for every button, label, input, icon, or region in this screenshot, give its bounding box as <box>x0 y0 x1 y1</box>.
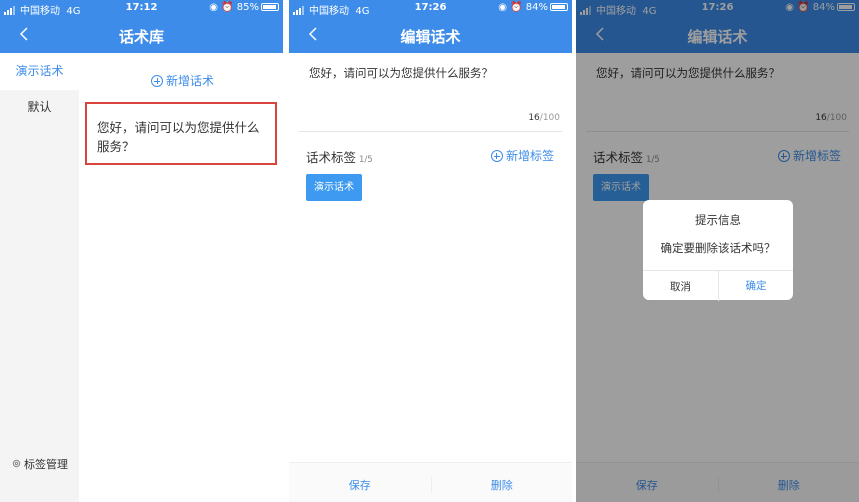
plus-circle-icon <box>490 150 503 162</box>
dialog-message: 确定要删除该话术吗？ <box>660 241 776 255</box>
status-bar: 中国移动 4G 17:12 ◉ ⏰ 85% <box>0 0 283 17</box>
page-title: 话术库 <box>118 28 164 46</box>
save-button[interactable]: 保存 <box>289 477 431 493</box>
speech-textarea[interactable]: 您好，请问可以为您提供什么服务？ <box>309 65 493 81</box>
sidebar-item-demo[interactable]: 演示话术 <box>0 53 79 90</box>
tag-manage-button[interactable]: 标签管理 <box>11 456 68 472</box>
divider <box>299 131 562 132</box>
cancel-button[interactable]: 取消 <box>643 279 718 294</box>
page-title: 编辑话术 <box>400 28 461 46</box>
sidebar-item-default[interactable]: 默认 <box>0 98 79 115</box>
screen-delete-confirm: 中国移动 4G 17:26 ◉ ⏰ 84% 编辑话术 您好，请问可以为您提供什么… <box>576 0 859 502</box>
add-tag-button[interactable]: 新增标签 <box>490 147 554 164</box>
battery-icon <box>550 3 568 11</box>
speech-card[interactable]: 您好，请问可以为您提供什么服务？ <box>85 102 277 165</box>
confirm-button[interactable]: 确定 <box>718 271 793 301</box>
gear-icon <box>12 459 21 468</box>
nav-bar: 中国移动 4G 17:12 ◉ ⏰ 85% 话术库 <box>0 0 283 53</box>
battery-icon <box>261 3 279 11</box>
char-counter: 16/100 <box>528 113 560 123</box>
status-right: ◉ ⏰ 84% <box>498 2 568 13</box>
add-speech-button[interactable]: 新增话术 <box>151 72 214 89</box>
dialog-actions: 取消 确定 <box>643 270 793 301</box>
delete-button[interactable]: 删除 <box>430 477 573 493</box>
tag-section-label: 话术标签 1/5 <box>306 150 373 165</box>
nav-bar: 中国移动 4G 17:26 ◉ ⏰ 84% 编辑话术 <box>289 0 572 53</box>
bottom-bar: 保存 删除 <box>289 462 572 502</box>
tag-count: 1/5 <box>359 155 373 165</box>
screen-speech-library: 中国移动 4G 17:12 ◉ ⏰ 85% 话术库 演示话术 默认 新增话术 您… <box>0 0 283 502</box>
confirm-dialog: 提示信息 确定要删除该话术吗？ 取消 确定 <box>643 200 793 301</box>
tag-chip[interactable]: 演示话术 <box>306 174 362 201</box>
sidebar: 演示话术 默认 <box>0 53 79 502</box>
dialog-title: 提示信息 <box>695 213 741 227</box>
status-bar: 中国移动 4G 17:26 ◉ ⏰ 84% <box>289 0 572 17</box>
status-right: ◉ ⏰ 85% <box>209 2 279 13</box>
plus-circle-icon <box>151 75 163 87</box>
screen-edit-speech: 中国移动 4G 17:26 ◉ ⏰ 84% 编辑话术 您好，请问可以为您提供什么… <box>289 0 572 502</box>
